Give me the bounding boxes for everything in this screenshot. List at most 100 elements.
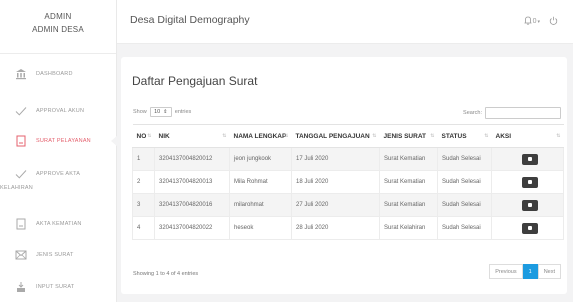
cell-nama: heseok (229, 216, 292, 240)
sidebar: ADMIN ADMIN DESA DASHBOARD APPROVAL AKUN… (0, 0, 118, 302)
sidebar-item-input-surat[interactable]: INPUT SURAT (0, 281, 117, 293)
column-header-status[interactable]: STATUS ⇅ (437, 124, 492, 148)
cell-aksi (491, 216, 564, 240)
search-control: Search: (463, 107, 561, 119)
sidebar-item-label: JENIS SURAT (36, 252, 74, 258)
cell-aksi (491, 193, 564, 217)
cell-jenis-surat: Surat Kematian (379, 147, 438, 171)
next-button[interactable]: Next (537, 264, 561, 279)
cell-tanggal: 28 Juli 2020 (291, 216, 380, 240)
topbar: Desa Digital Demography 0 ▾ (117, 0, 573, 44)
cell-tanggal: 17 Juli 2020 (291, 147, 380, 171)
cell-nik: 3204137004820016 (154, 193, 230, 217)
cell-status: Sudah Selesai (437, 193, 492, 217)
table-row: 3 3204137004820016 milarohmat 27 Juli 20… (132, 193, 564, 217)
content-card: Daftar Pengajuan Surat Show 10 ⇕ entries… (121, 57, 567, 294)
view-button[interactable] (521, 176, 538, 188)
sidebar-item-jenis-surat[interactable]: JENIS SURAT (0, 249, 117, 261)
view-icon (527, 203, 532, 207)
cell-nama: milarohmat (229, 193, 292, 217)
cell-no: 1 (132, 147, 155, 171)
sidebar-item-label: AKTA KEMATIAN (36, 221, 82, 227)
submissions-table: NO ⇅ NIK ⇅ NAMA LENGKAP ⇅ TANGGAL PENGAJUAN… (132, 124, 564, 240)
active-indicator (111, 135, 118, 147)
cell-aksi (491, 147, 564, 171)
cell-nik: 3204137004820013 (154, 170, 230, 194)
cell-nama: jeon jungkook (229, 147, 292, 171)
cell-no: 4 (132, 216, 155, 240)
cell-no: 3 (132, 193, 155, 217)
search-label: Search: (463, 110, 482, 116)
table-header-row: NO ⇅ NIK ⇅ NAMA LENGKAP ⇅ TANGGAL PENGAJUAN… (132, 124, 564, 148)
cell-nik: 3204137004820022 (154, 216, 230, 240)
table-info: Showing 1 to 4 of 4 entries (133, 271, 199, 277)
page-button-current[interactable]: 1 (522, 264, 538, 279)
user-role: ADMIN (44, 12, 72, 21)
sidebar-item-label: APPROVE AKTA (36, 171, 81, 177)
cell-status: Sudah Selesai (437, 216, 492, 240)
sidebar-item-label: SURAT PELAYANAN (36, 138, 91, 144)
view-button[interactable] (521, 199, 538, 211)
document-icon (15, 218, 27, 230)
check-icon (15, 168, 27, 180)
chevron-down-icon: ▾ (537, 18, 540, 25)
cell-tanggal: 27 Juli 2020 (291, 193, 380, 217)
power-icon[interactable] (549, 16, 558, 27)
view-button[interactable] (521, 222, 538, 234)
view-icon (527, 157, 532, 161)
cell-jenis-surat: Surat Kematian (379, 170, 438, 194)
view-button[interactable] (521, 153, 538, 165)
table-row: 4 3204137004820022 heseok 28 Juli 2020 S… (132, 216, 564, 240)
sidebar-item-akta-kematian[interactable]: AKTA KEMATIAN (0, 218, 117, 230)
notification-button[interactable]: 0 ▾ (523, 16, 540, 27)
sort-icon: ⇅ (556, 133, 561, 139)
sidebar-item-label: INPUT SURAT (36, 284, 75, 290)
sidebar-item-approval-akun[interactable]: APPROVAL AKUN (0, 105, 117, 117)
entries-value: 10 (154, 109, 161, 115)
table-row: 2 3204137004820013 Mila Rohmat 18 Juli 2… (132, 170, 564, 194)
cell-nik: 3204137004820012 (154, 147, 230, 171)
sidebar-item-label-line2: KELAHIRAN (0, 185, 33, 191)
inbox-icon (15, 281, 27, 293)
cell-tanggal: 18 Juli 2020 (291, 170, 380, 194)
show-label: Show (133, 109, 147, 115)
user-panel: ADMIN ADMIN DESA (0, 0, 116, 54)
sidebar-item-label: DASHBOARD (36, 71, 73, 77)
column-header-aksi[interactable]: AKSI ⇅ (491, 124, 564, 148)
entries-control: Show 10 ⇕ entries (133, 107, 191, 117)
user-name: ADMIN DESA (32, 25, 84, 34)
sort-icon: ⇅ (284, 133, 289, 139)
view-icon (527, 226, 532, 230)
mail-icon (15, 249, 27, 261)
entries-label: entries (174, 109, 192, 115)
bell-icon (523, 16, 532, 27)
cell-status: Sudah Selesai (437, 147, 492, 171)
pagination: Previous 1 Next (489, 264, 561, 279)
sort-icon: ⇅ (430, 133, 435, 139)
cell-aksi (491, 170, 564, 194)
sidebar-item-approve-akta-kelahiran[interactable]: APPROVE AKTA KELAHIRAN (0, 168, 117, 191)
sort-icon: ⇅ (222, 133, 227, 139)
previous-button[interactable]: Previous (489, 264, 523, 279)
sort-arrows-icon: ⇕ (163, 109, 168, 115)
entries-select[interactable]: 10 ⇕ (149, 107, 172, 117)
column-header-nik[interactable]: NIK ⇅ (154, 124, 230, 148)
column-header-jenis-surat[interactable]: JENIS SURAT ⇅ (379, 124, 438, 148)
view-icon (527, 180, 532, 184)
search-input[interactable] (485, 107, 561, 119)
sidebar-item-dashboard[interactable]: DASHBOARD (0, 68, 117, 80)
check-icon (15, 105, 27, 117)
sort-icon: ⇅ (372, 133, 377, 139)
sort-icon: ⇅ (484, 133, 489, 139)
app-title: Desa Digital Demography (130, 14, 250, 26)
notification-count: 0 (532, 18, 537, 25)
cell-no: 2 (132, 170, 155, 194)
bank-icon (15, 68, 27, 80)
table-row: 1 3204137004820012 jeon jungkook 17 Juli… (132, 147, 564, 171)
sidebar-item-surat-pelayanan[interactable]: SURAT PELAYANAN (0, 135, 118, 147)
column-header-no[interactable]: NO ⇅ (132, 124, 155, 148)
column-header-nama-lengkap[interactable]: NAMA LENGKAP ⇅ (229, 124, 292, 148)
cell-status: Sudah Selesai (437, 170, 492, 194)
page-title: Daftar Pengajuan Surat (132, 74, 258, 88)
column-header-tanggal-pengajuan[interactable]: TANGGAL PENGAJUAN ⇅ (291, 124, 380, 148)
